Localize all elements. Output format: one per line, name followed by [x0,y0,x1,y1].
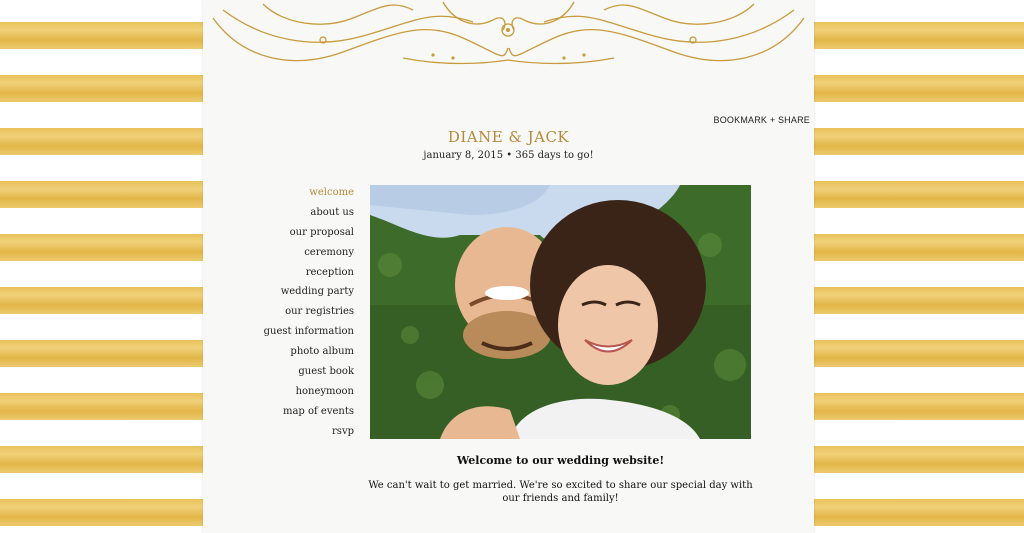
nav-item-wedding-party[interactable]: wedding party [233,285,354,305]
site-nav: welcome about us our proposal ceremony r… [233,186,354,445]
bookmark-share-link[interactable]: BOOKMARK + SHARE [714,115,810,125]
nav-item-welcome[interactable]: welcome [233,186,354,206]
nav-item-rsvp[interactable]: rsvp [233,425,354,445]
gold-flourish-ornament-icon [212,1,805,65]
couple-photo-illustration [370,185,751,439]
nav-item-map-of-events[interactable]: map of events [233,405,354,425]
nav-item-guest-information[interactable]: guest information [233,325,354,345]
content-panel: BOOKMARK + SHARE DIANE & JACK january 8,… [203,0,814,533]
couple-photo [370,185,751,439]
nav-item-ceremony[interactable]: ceremony [233,246,354,266]
nav-item-our-registries[interactable]: our registries [233,305,354,325]
nav-item-photo-album[interactable]: photo album [233,345,354,365]
welcome-message: We can't wait to get married. We're so e… [368,480,753,504]
couple-names-title: DIANE & JACK [447,128,570,146]
nav-item-honeymoon[interactable]: honeymoon [233,385,354,405]
welcome-heading: Welcome to our wedding website! [456,454,665,467]
wedding-date-countdown: january 8, 2015 • 365 days to go! [423,150,594,161]
nav-item-our-proposal[interactable]: our proposal [233,226,354,246]
nav-item-guest-book[interactable]: guest book [233,365,354,385]
nav-item-about-us[interactable]: about us [233,206,354,226]
nav-item-reception[interactable]: reception [233,266,354,286]
